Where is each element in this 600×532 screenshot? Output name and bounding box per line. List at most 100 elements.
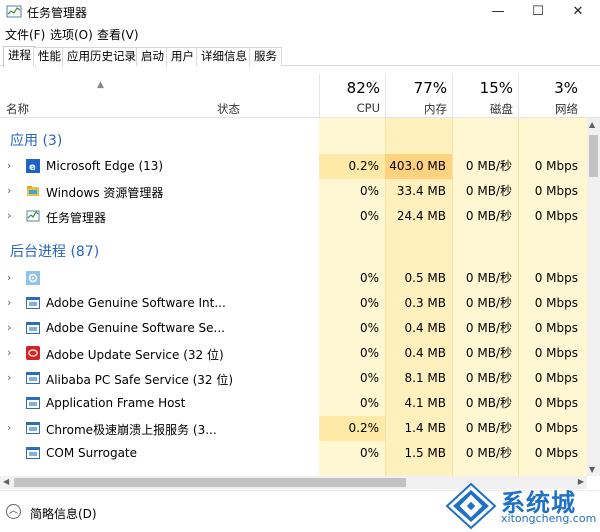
network-cell: 0 Mbps [534,209,578,223]
cpu-cell: 0% [359,271,379,285]
scroll-up-icon[interactable]: ▲ [589,120,595,129]
network-cell: 0 Mbps [534,184,578,198]
process-name: COM Surrogate [46,446,138,460]
disk-cell: 0 MB/秒 [465,421,512,435]
svg-text:e: e [29,162,36,173]
menu-view[interactable]: 查看(V) [97,26,139,43]
app-window-icon [26,372,40,384]
group-apps[interactable]: 应用 (3) [10,130,62,150]
process-name: Adobe Genuine Software Se... [46,321,225,335]
fewer-details-button[interactable]: 简略信息(D) [30,505,97,522]
process-list: 应用 (3) › e Microsoft Edge (13) 0.2% 403.… [0,118,587,476]
close-button[interactable]: ✕ [558,0,598,24]
disk-cell: 0 MB/秒 [465,184,512,198]
horizontal-scroll-thumb[interactable] [14,478,406,487]
process-row[interactable]: › Alibaba PC Safe Service (32 位) 0% 8.1 … [0,366,587,391]
app-window-icon [26,397,40,409]
cpu-cell: 0.2% [319,416,385,441]
column-cpu[interactable]: CPU [319,101,380,115]
process-row[interactable]: COM Surrogate 0% 1.5 MB 0 MB/秒 0 Mbps [0,441,587,466]
process-row[interactable]: › Windows 资源管理器 0% 33.4 MB 0 MB/秒 0 Mbps [0,179,587,204]
expand-chevron-icon[interactable]: › [7,296,11,309]
disk-cell: 0 MB/秒 [465,271,512,285]
network-cell: 0 Mbps [534,159,578,173]
memory-cell: 403.0 MB [385,154,452,179]
process-name: Microsoft Edge (13) [46,159,164,173]
process-row[interactable]: › Adobe Genuine Software Se... 0% 0.4 MB… [0,316,587,341]
network-cell: 0 Mbps [534,321,578,335]
expand-chevron-icon[interactable]: › [7,371,11,384]
process-row[interactable]: › Adobe Genuine Software Int... 0% 0.3 M… [0,291,587,316]
cpu-cell: 0% [359,296,379,310]
process-row[interactable]: Application Frame Host 0% 4.1 MB 0 MB/秒 … [0,391,587,416]
network-cell: 0 Mbps [534,446,578,460]
cpu-cell: 0% [359,184,379,198]
process-name: 任务管理器 [46,211,107,225]
watermark: 系统城 xitongcheng.com [443,480,600,532]
disk-cell: 0 MB/秒 [465,396,512,410]
vertical-scrollbar[interactable]: ▲ ▼ [587,118,600,476]
column-name[interactable]: 名称 [6,101,29,117]
memory-cell: 0.4 MB [404,321,446,335]
tab-startup[interactable]: 启动 [136,47,169,66]
process-row[interactable]: › e Microsoft Edge (13) 0.2% 403.0 MB 0 … [0,154,587,179]
network-cell: 0 Mbps [534,396,578,410]
expand-chevron-icon[interactable]: › [7,346,11,359]
memory-cell: 0.5 MB [404,271,446,285]
gear-icon [26,271,40,285]
minimize-button[interactable]: — [478,0,518,24]
tab-app-history[interactable]: 应用历史记录 [62,47,141,66]
vertical-scroll-thumb[interactable] [589,135,598,177]
group-background[interactable]: 后台进程 (87) [10,241,99,261]
task-manager-icon [26,210,40,222]
expand-chevron-icon[interactable]: › [7,421,11,434]
column-network[interactable]: 网络 [518,101,578,117]
scroll-down-icon[interactable]: ▼ [589,465,595,474]
expand-chevron-icon[interactable]: › [7,271,11,284]
cpu-cell: 0% [359,371,379,385]
disk-cell: 0 MB/秒 [465,371,512,385]
process-row[interactable]: › 0% 0.5 MB 0 MB/秒 0 Mbps [0,266,587,291]
process-name: Chrome极速崩溃上报服务 (3... [46,423,217,437]
expand-chevron-icon[interactable]: › [7,159,11,172]
process-name: Application Frame Host [46,396,186,410]
tab-services[interactable]: 服务 [249,47,282,66]
sort-up-icon: ▲ [97,80,104,90]
column-memory[interactable]: 内存 [385,101,447,117]
cpu-cell: 0% [359,321,379,335]
cpu-cell: 0% [359,396,379,410]
process-row[interactable]: › Chrome极速崩溃上报服务 (3... 0.2% 1.4 MB 0 MB/… [0,416,587,441]
app-window-icon [26,447,40,459]
memory-cell: 24.4 MB [396,209,446,223]
memory-cell: 1.4 MB [404,421,446,435]
expand-chevron-icon[interactable]: › [7,209,11,222]
memory-cell: 0.3 MB [404,296,446,310]
adobe-icon [26,346,40,360]
scroll-left-icon[interactable]: ◀ [3,477,9,486]
column-status[interactable]: 状态 [217,101,240,117]
explorer-icon [27,186,39,196]
task-manager-icon [6,5,22,18]
disk-cell: 0 MB/秒 [465,346,512,360]
column-disk[interactable]: 磁盘 [452,101,513,117]
disk-total: 15% [479,79,513,97]
expand-chevron-icon[interactable]: › [7,321,11,334]
network-cell: 0 Mbps [534,371,578,385]
memory-cell: 4.1 MB [404,396,446,410]
expand-chevron-icon[interactable]: › [7,184,11,197]
tab-details[interactable]: 详细信息 [196,47,252,66]
maximize-button[interactable]: ☐ [518,0,558,24]
tab-users[interactable]: 用户 [166,47,199,66]
process-row[interactable]: › Adobe Update Service (32 位) 0% 0.4 MB … [0,341,587,366]
cpu-cell: 0% [359,209,379,223]
network-cell: 0 Mbps [534,346,578,360]
menu-file[interactable]: 文件(F) [5,26,45,43]
menu-options[interactable]: 选项(O) [50,26,93,43]
disk-cell: 0 MB/秒 [465,159,512,173]
memory-cell: 33.4 MB [396,184,446,198]
tab-processes[interactable]: 进程 [3,46,36,67]
process-name: Alibaba PC Safe Service (32 位) [46,373,234,387]
process-row[interactable]: › 任务管理器 0% 24.4 MB 0 MB/秒 0 Mbps [0,204,587,229]
network-cell: 0 Mbps [534,296,578,310]
collapse-chevron-icon[interactable]: ︿ [6,504,21,519]
